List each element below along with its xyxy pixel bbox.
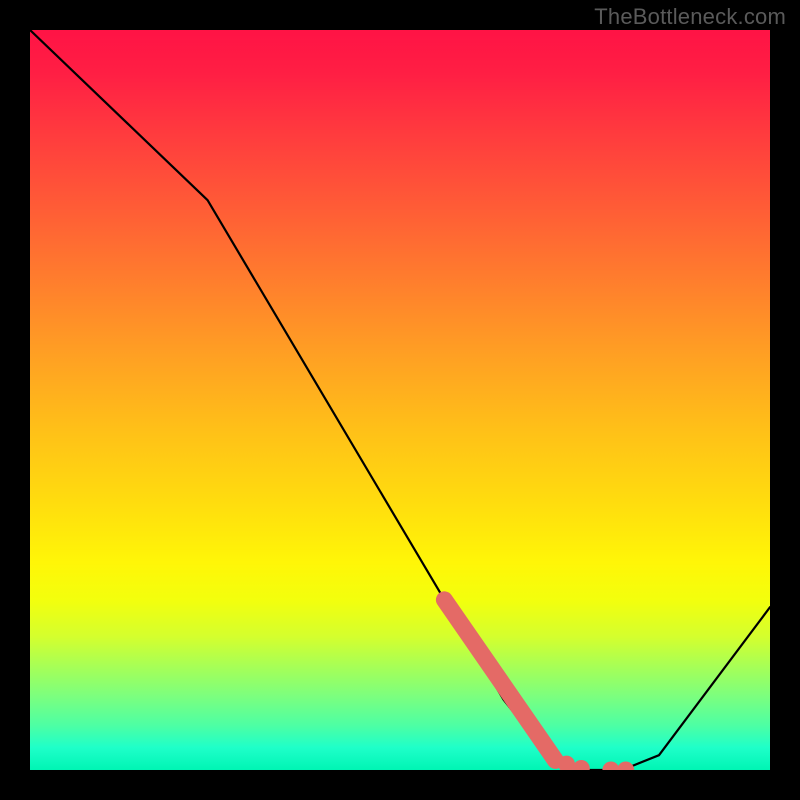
curve-line	[30, 30, 770, 770]
highlight-dot	[602, 762, 619, 771]
highlight-segment	[444, 600, 555, 761]
highlight-dots	[558, 756, 634, 770]
plot-area	[30, 30, 770, 770]
highlight-dot	[617, 762, 634, 771]
chart-overlay	[30, 30, 770, 770]
highlight-dot	[573, 760, 590, 770]
watermark-text: TheBottleneck.com	[594, 4, 786, 30]
